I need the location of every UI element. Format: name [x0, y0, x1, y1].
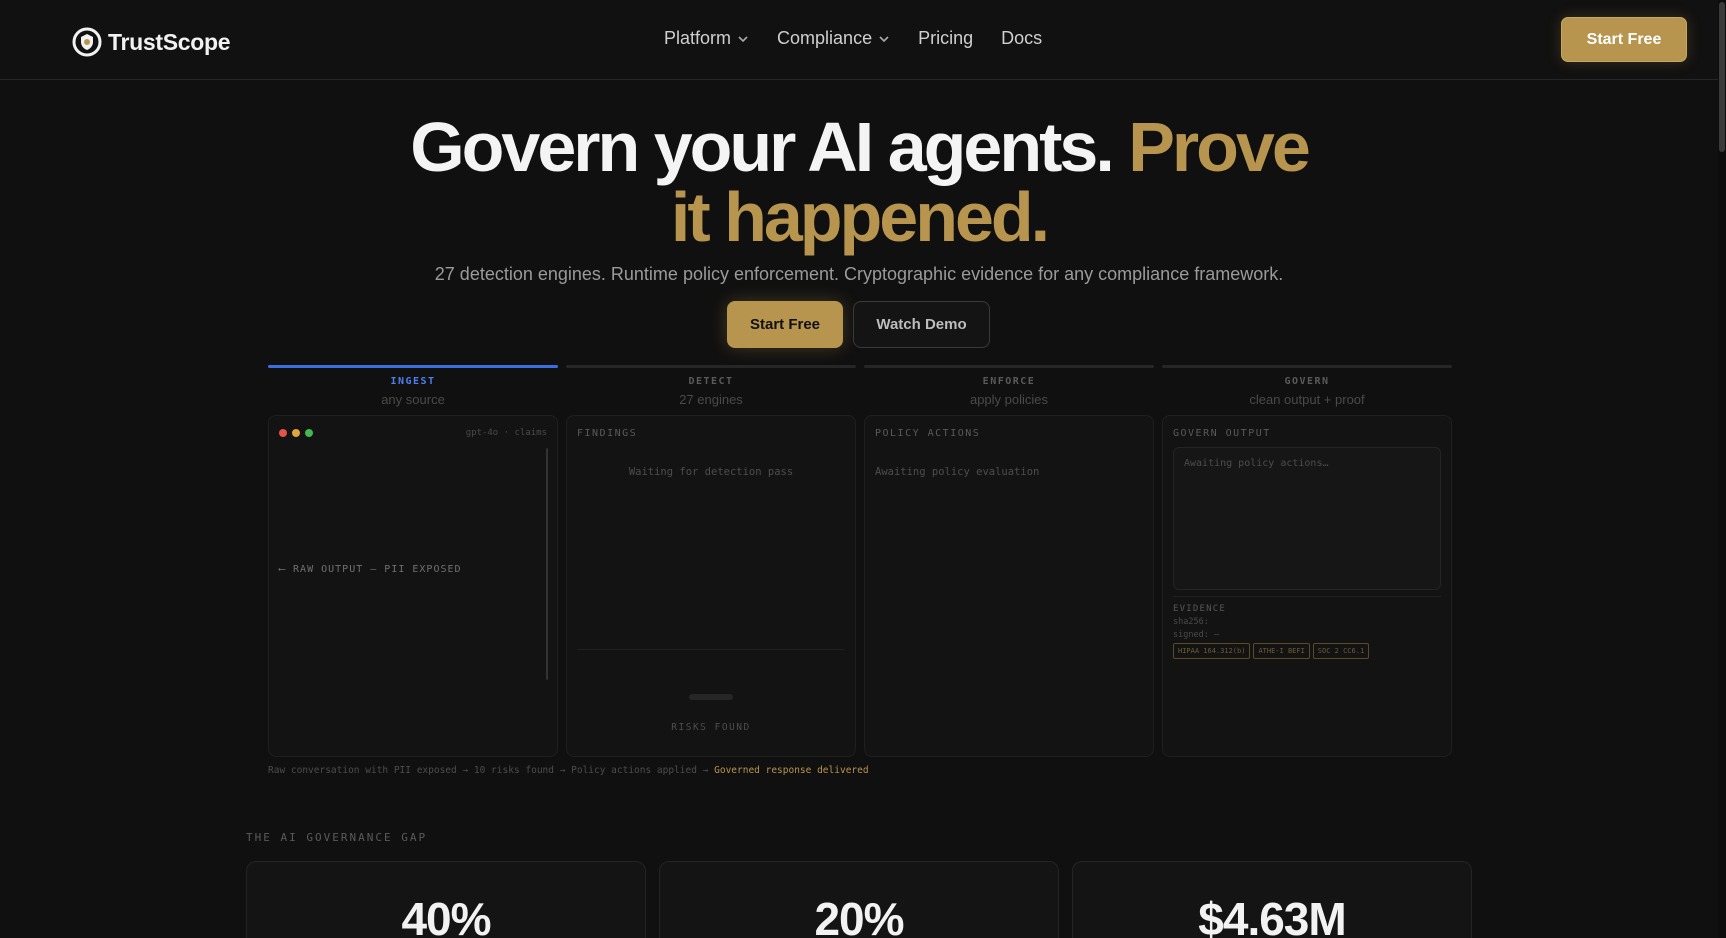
chevron-down-icon	[738, 35, 748, 42]
raw-output-label: ⟵ RAW OUTPUT — PII EXPOSED	[279, 564, 462, 575]
evidence-label: EVIDENCE	[1173, 604, 1226, 614]
stage-tag: DETECT	[688, 376, 734, 387]
chevron-down-icon	[879, 35, 889, 42]
stage-progress-bar	[864, 365, 1154, 368]
divider	[577, 649, 845, 650]
stage-tag: INGEST	[390, 376, 436, 387]
govern-output-title: GOVERN OUTPUT	[1173, 428, 1271, 439]
govern-output-box: Awaiting policy actions…	[1173, 447, 1441, 590]
nav-item-label: Compliance	[777, 28, 873, 48]
signed-line: signed: —	[1173, 630, 1220, 640]
stat-card: 40%	[246, 861, 646, 938]
stage-sub: clean output + proof	[1249, 392, 1365, 407]
stage-enforce[interactable]: ENFORCE apply policies	[864, 365, 1154, 407]
policy-actions-title: POLICY ACTIONS	[875, 428, 981, 439]
nav-start-free-button[interactable]: Start Free	[1561, 17, 1687, 62]
nav-links: Platform Compliance Pricing Docs	[664, 28, 1042, 49]
detect-panel: FINDINGS Waiting for detection pass RISK…	[566, 415, 856, 757]
shield-logo-icon	[72, 27, 102, 57]
stage-progress-bar	[1162, 365, 1452, 368]
enforce-waiting-text: Awaiting policy evaluation	[875, 466, 1040, 478]
watch-demo-button[interactable]: Watch Demo	[853, 301, 990, 348]
hero-subtitle: 27 detection engines. Runtime policy enf…	[434, 264, 1284, 284]
compliance-badges: HIPAA 164.312(b) ATHE-I BEFI SOC 2 CC6.1	[1173, 643, 1370, 659]
stage-sub: 27 engines	[679, 392, 743, 407]
stat-card: 20%	[659, 861, 1059, 938]
window-dots	[279, 429, 313, 437]
stage-progress-bar	[268, 365, 558, 368]
compliance-badge: SOC 2 CC6.1	[1312, 643, 1370, 659]
sha256-line: sha256:	[1173, 617, 1209, 627]
stage-govern[interactable]: GOVERN clean output + proof	[1162, 365, 1452, 407]
nav-item-platform[interactable]: Platform	[664, 28, 749, 49]
stat-value: $4.63M	[1198, 893, 1346, 938]
stage-sub: any source	[381, 392, 445, 407]
nav-item-label: Platform	[664, 28, 732, 48]
stage-progress-bar	[566, 365, 856, 368]
nav-item-compliance[interactable]: Compliance	[777, 28, 890, 49]
maximize-dot-icon	[305, 429, 313, 437]
section-label: THE AI GOVERNANCE GAP	[246, 831, 428, 844]
stage-detect[interactable]: DETECT 27 engines	[566, 365, 856, 407]
scrollbar-thumb[interactable]	[1719, 2, 1725, 152]
findings-title: FINDINGS	[577, 428, 638, 439]
nav-item-pricing[interactable]: Pricing	[918, 28, 973, 49]
stage-ingest[interactable]: INGEST any source	[268, 365, 558, 407]
panel-scrollbar[interactable]	[546, 448, 548, 680]
model-meta: gpt-4o · claims	[465, 428, 547, 438]
ingest-panel: gpt-4o · claims ⟵ RAW OUTPUT — PII EXPOS…	[268, 415, 558, 757]
hero-title: Govern your AI agents. Prove it happened…	[0, 112, 1718, 252]
risks-found-label: RISKS FOUND	[671, 722, 751, 733]
stat-value: 20%	[814, 893, 904, 938]
stat-card: $4.63M	[1072, 861, 1472, 938]
enforce-panel: POLICY ACTIONS Awaiting policy evaluatio…	[864, 415, 1154, 757]
pipeline-caption: Raw conversation with PII exposed → 10 r…	[268, 765, 869, 776]
nav-item-label: Docs	[1001, 28, 1043, 48]
hero-title-gold-1: Prove	[1128, 108, 1311, 186]
compliance-badge: HIPAA 164.312(b)	[1173, 643, 1251, 659]
close-dot-icon	[279, 429, 287, 437]
brand-name: TrustScope	[108, 28, 231, 55]
nav-item-label: Pricing	[918, 28, 974, 48]
stat-value: 40%	[401, 893, 491, 938]
govern-waiting-text: Awaiting policy actions…	[1184, 458, 1329, 469]
stage-tag: GOVERN	[1284, 376, 1330, 387]
page-scrollbar[interactable]	[1718, 0, 1726, 938]
minimize-dot-icon	[292, 429, 300, 437]
stage-sub: apply policies	[969, 392, 1049, 407]
detect-waiting-text: Waiting for detection pass	[628, 466, 794, 478]
nav-item-docs[interactable]: Docs	[1001, 28, 1042, 49]
start-free-button[interactable]: Start Free	[727, 301, 843, 348]
hero-title-gold-2: it happened.	[670, 178, 1050, 256]
top-nav: TrustScope Platform Compliance Pricing D…	[0, 0, 1718, 80]
caption-plain: Raw conversation with PII exposed → 10 r…	[268, 765, 709, 776]
stage-tag: ENFORCE	[982, 376, 1036, 387]
govern-panel: GOVERN OUTPUT Awaiting policy actions… E…	[1162, 415, 1452, 757]
compliance-badge: ATHE-I BEFI	[1253, 643, 1310, 659]
divider	[1173, 596, 1441, 597]
caption-highlight: Governed response delivered	[714, 765, 869, 776]
risk-count-bar	[689, 694, 733, 700]
brand[interactable]: TrustScope	[72, 27, 231, 57]
hero-title-white: Govern your AI agents.	[410, 108, 1115, 186]
